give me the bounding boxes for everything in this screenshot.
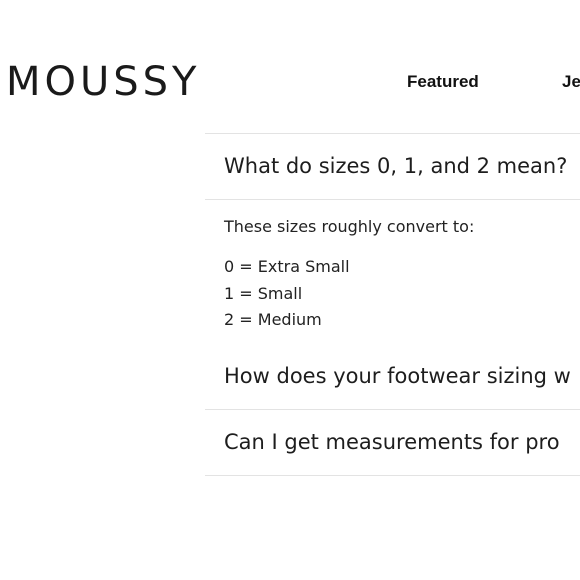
nav-link-jeans[interactable]: Je [562,71,580,93]
faq-item: How does your footwear sizing w [205,344,580,410]
answer-intro: These sizes roughly convert to: [224,217,475,236]
list-item: 2 = Medium [224,310,322,329]
faq-answer: These sizes roughly convert to: 0 = Extr… [205,200,580,344]
list-item: 1 = Small [224,283,303,303]
faq-item: What do sizes 0, 1, and 2 mean? These si… [205,134,580,344]
brand-logo[interactable]: MOUSSY [6,60,201,104]
faq-question-measurements[interactable]: Can I get measurements for pro [205,410,580,475]
faq-question-footwear[interactable]: How does your footwear sizing w [205,344,580,409]
faq-divider [205,474,580,476]
nav-link-featured[interactable]: Featured [407,71,479,93]
faq-item: Can I get measurements for pro [205,410,580,476]
size-conversion-list: 0 = Extra Small 1 = Small 2 = Medium [224,254,580,344]
list-item: 0 = Extra Small [224,257,350,276]
faq-question-sizes[interactable]: What do sizes 0, 1, and 2 mean? [205,134,580,199]
faq-list: What do sizes 0, 1, and 2 mean? These si… [205,133,580,476]
